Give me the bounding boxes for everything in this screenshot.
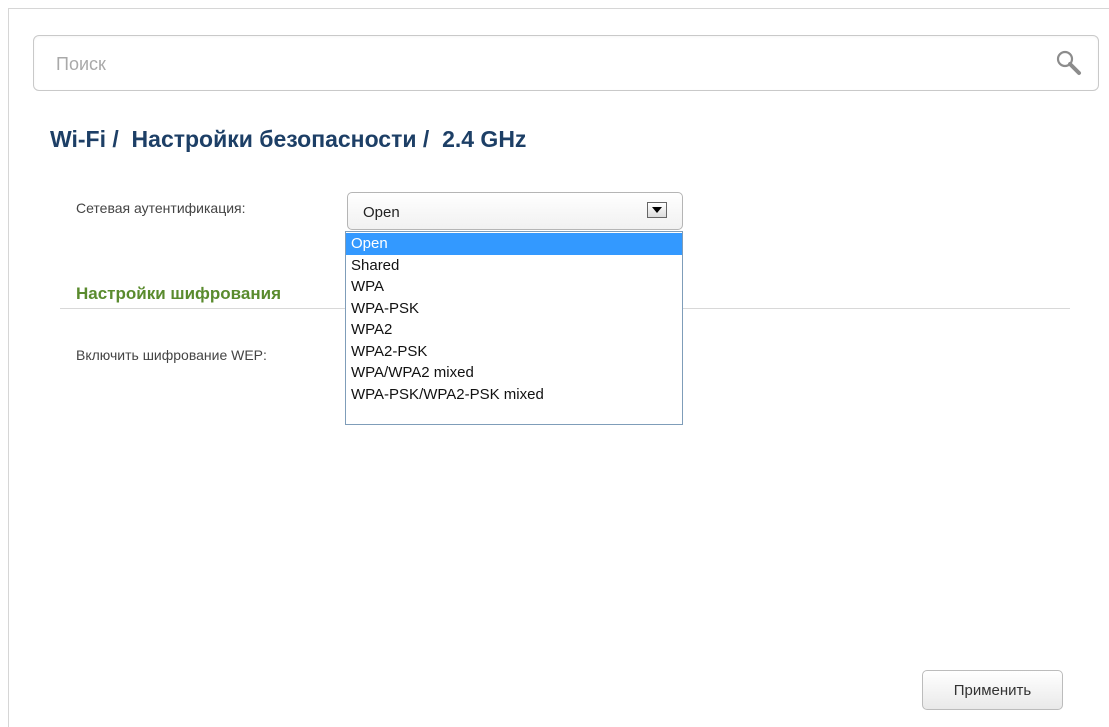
dropdown-option-open[interactable]: Open: [346, 233, 682, 255]
dropdown-option-wpa-psk-wpa2-psk-mixed[interactable]: WPA-PSK/WPA2-PSK mixed: [346, 384, 682, 406]
dropdown-option-wpa2-psk[interactable]: WPA2-PSK: [346, 341, 682, 363]
auth-label: Сетевая аутентификация:: [76, 200, 246, 216]
page-title: Wi-Fi / Настройки безопасности / 2.4 GHz: [50, 126, 527, 152]
dropdown-option-wpa-psk[interactable]: WPA-PSK: [346, 298, 682, 320]
wep-label: Включить шифрование WEP:: [76, 347, 267, 363]
auth-select-value: Open: [363, 204, 400, 221]
chevron-down-icon[interactable]: [647, 202, 667, 218]
apply-button[interactable]: Применить: [922, 670, 1063, 710]
dropdown-option-wpa2[interactable]: WPA2: [346, 319, 682, 341]
dropdown-option-wpa[interactable]: WPA: [346, 276, 682, 298]
search-bar: [33, 35, 1099, 91]
auth-select[interactable]: Open: [347, 192, 683, 230]
dropdown-option-shared[interactable]: Shared: [346, 255, 682, 277]
dropdown-option-wpa-wpa2-mixed[interactable]: WPA/WPA2 mixed: [346, 362, 682, 384]
auth-dropdown-list: Open Shared WPA WPA-PSK WPA2 WPA2-PSK WP…: [345, 231, 683, 425]
encryption-section-heading: Настройки шифрования: [76, 284, 281, 303]
search-input[interactable]: [54, 50, 1018, 78]
search-icon[interactable]: [1054, 48, 1084, 78]
